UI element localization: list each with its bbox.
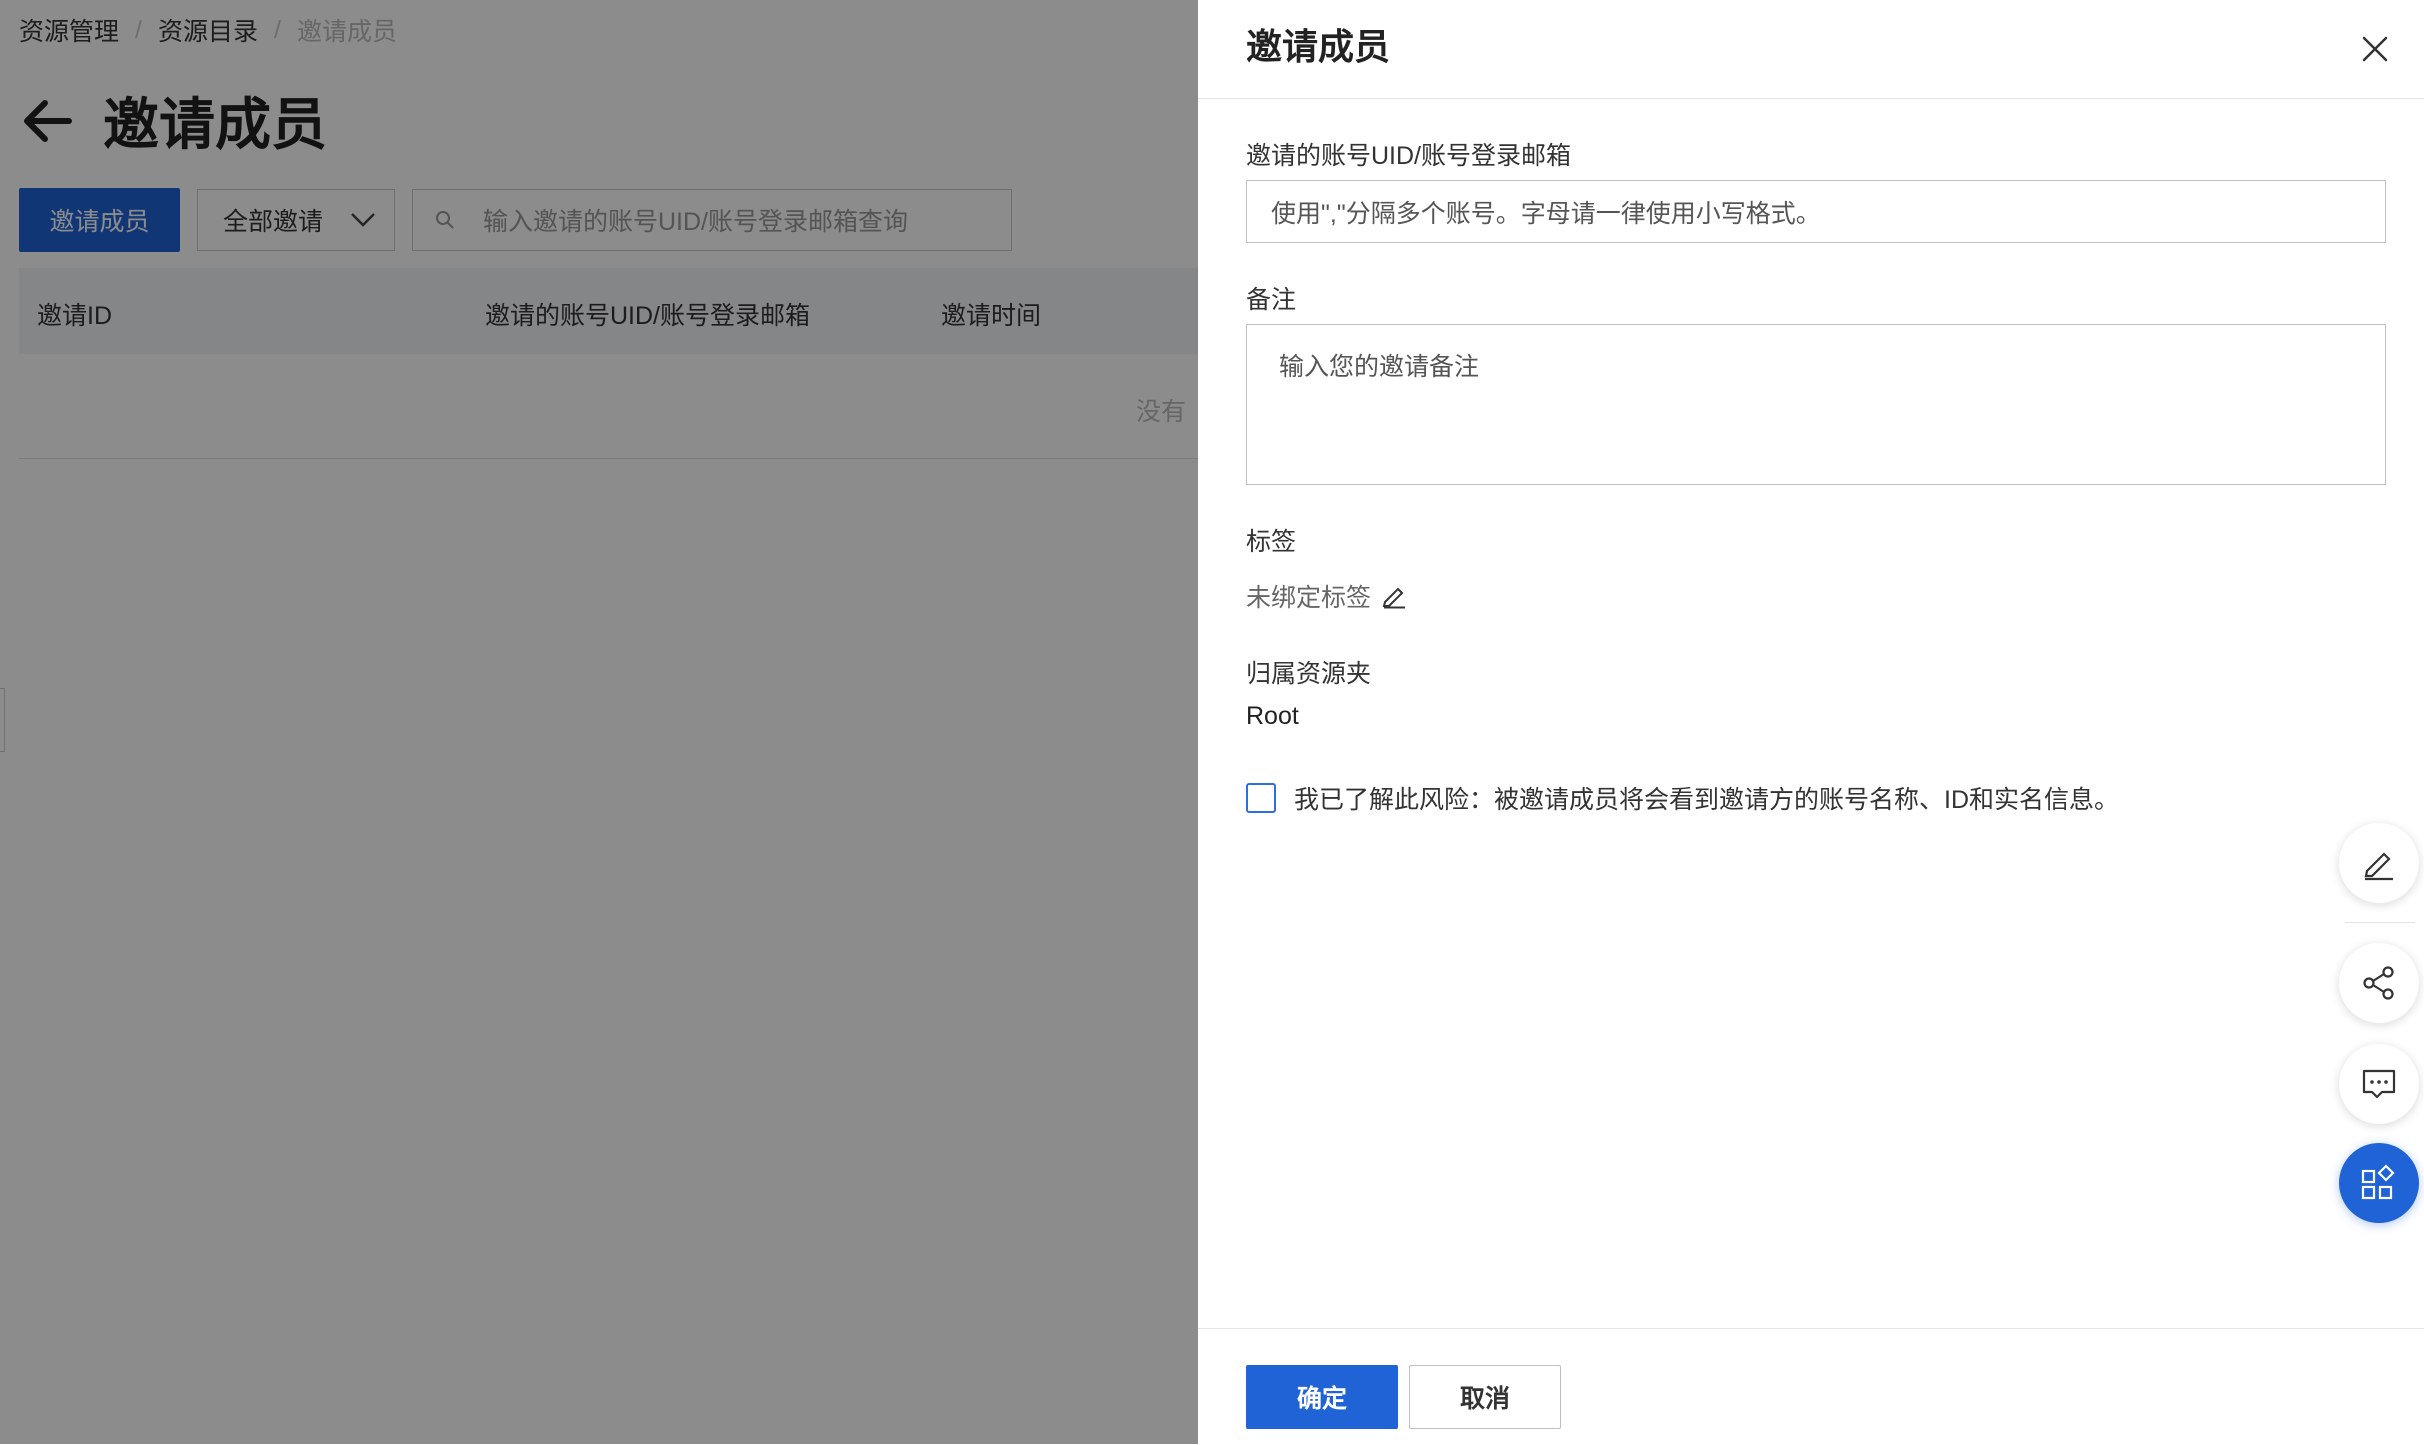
float-edit-button[interactable] [2339,823,2419,903]
float-divider [2345,922,2415,923]
confirm-button[interactable]: 确定 [1246,1365,1398,1429]
feedback-icon [2362,1069,2396,1099]
close-icon[interactable] [2358,32,2392,66]
float-feedback-button[interactable] [2339,1044,2419,1124]
edit-tag-icon[interactable] [1381,583,1407,609]
note-placeholder: 输入您的邀请备注 [1279,353,1480,381]
risk-acknowledge-row[interactable]: 我已了解此风险：被邀请成员将会看到邀请方的账号名称、ID和实名信息。 [1246,780,2119,816]
account-label: 邀请的账号UID/账号登录邮箱 [1246,142,1572,170]
cancel-button[interactable]: 取消 [1409,1365,1561,1429]
edit-icon [2364,852,2393,881]
invite-member-drawer: 邀请成员 邀请的账号UID/账号登录邮箱 使用","分隔多个账号。字母请一律使用… [1198,0,2424,1444]
risk-acknowledge-text[interactable]: 我已了解此风险：被邀请成员将会看到邀请方的账号名称、ID和实名信息。 [1294,780,2119,816]
tag-label: 标签 [1246,528,1297,556]
tag-value: 未绑定标签 [1246,584,1372,612]
account-placeholder: 使用","分隔多个账号。字母请一律使用小写格式。 [1271,199,1821,228]
modal-overlay[interactable] [0,0,1198,1444]
float-apps-button[interactable] [2339,1143,2419,1223]
drawer-footer: 确定 取消 [1198,1328,2424,1445]
folder-value: Root [1246,702,1299,730]
drawer-header: 邀请成员 [1198,0,2424,99]
drawer-title: 邀请成员 [1246,26,1391,67]
folder-label: 归属资源夹 [1246,660,1372,688]
tag-row: 未绑定标签 [1246,578,1407,614]
share-icon [2363,966,2394,1000]
account-input[interactable]: 使用","分隔多个账号。字母请一律使用小写格式。 [1246,180,2386,243]
risk-acknowledge-checkbox[interactable] [1246,783,1276,813]
apps-icon [2361,1164,2395,1200]
note-textarea[interactable]: 输入您的邀请备注 [1246,324,2386,485]
note-label: 备注 [1246,286,1297,314]
float-share-button[interactable] [2339,943,2419,1023]
